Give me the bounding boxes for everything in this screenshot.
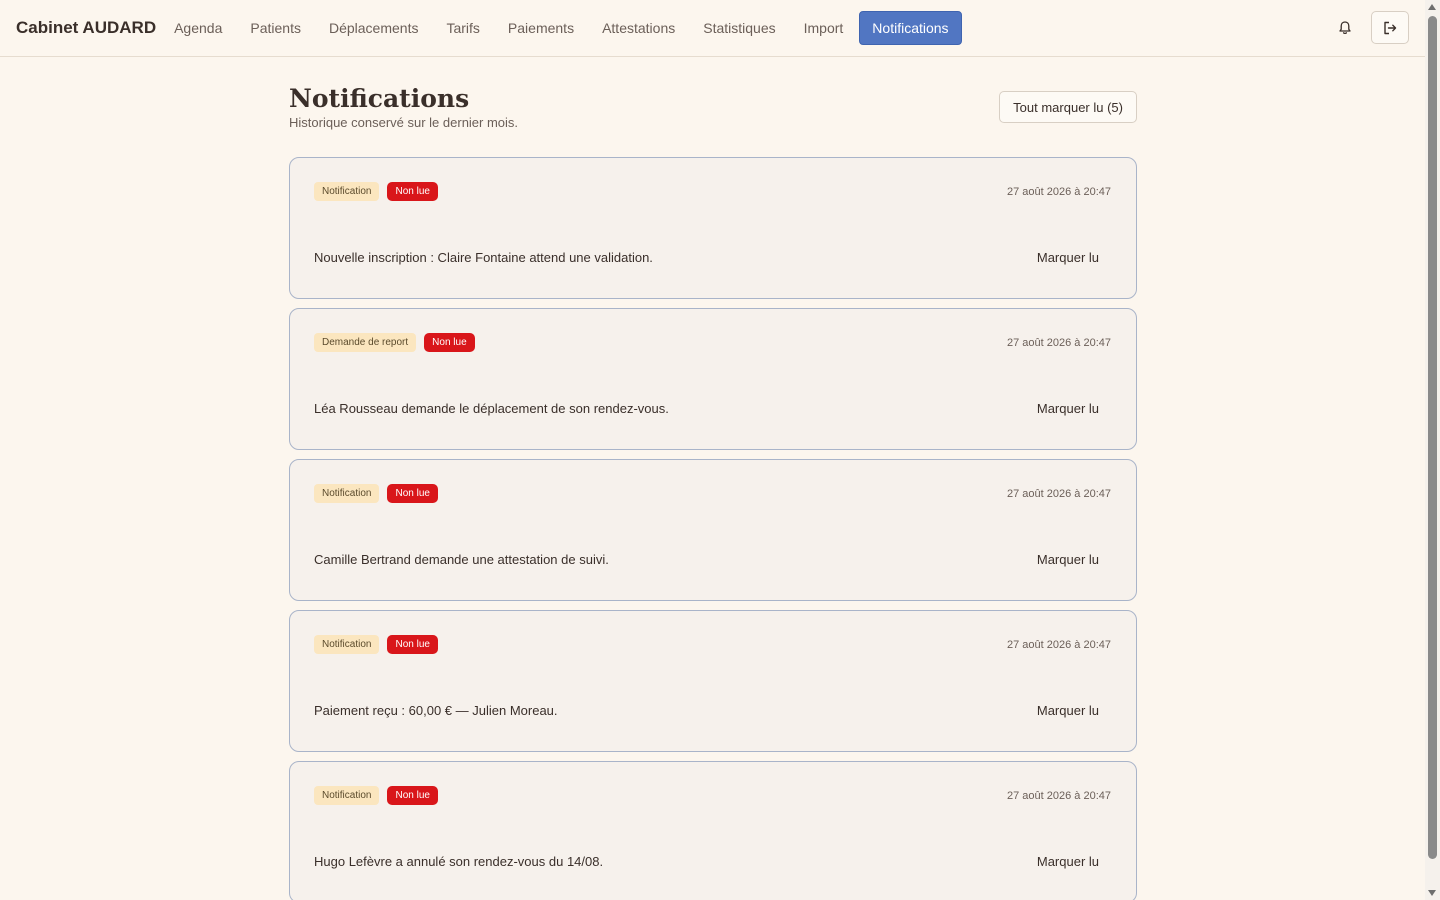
type-badge: Notification	[314, 484, 380, 503]
logout-icon	[1384, 21, 1397, 34]
unread-badge: Non lue	[387, 182, 438, 201]
nav-item-deplacements[interactable]: Déplacements	[317, 12, 431, 44]
main-nav: Agenda Patients Déplacements Tarifs Paie…	[162, 11, 965, 45]
nav-item-paiements[interactable]: Paiements	[496, 12, 586, 44]
notification-list: Notification Non lue 27 août 2026 à 20:4…	[289, 157, 1137, 900]
notification-date: 27 août 2026 à 20:47	[1007, 337, 1111, 349]
notification-badges: Notification Non lue	[314, 786, 438, 805]
nav-item-attestations[interactable]: Attestations	[590, 12, 687, 44]
nav-item-statistiques[interactable]: Statistiques	[691, 12, 787, 44]
mark-all-read-button[interactable]: Tout marquer lu (5)	[999, 91, 1137, 123]
notification-message: Nouvelle inscription : Claire Fontaine a…	[314, 250, 653, 265]
type-badge: Notification	[314, 635, 380, 654]
scroll-down-arrow-icon[interactable]	[1428, 890, 1436, 896]
type-badge: Notification	[314, 182, 380, 201]
nav-item-import[interactable]: Import	[792, 12, 856, 44]
brand-title[interactable]: Cabinet AUDARD	[16, 18, 156, 38]
notification-card: Notification Non lue 27 août 2026 à 20:4…	[289, 610, 1137, 752]
notification-card: Demande de report Non lue 27 août 2026 à…	[289, 308, 1137, 450]
page-scrollbar[interactable]	[1425, 0, 1440, 900]
scroll-up-arrow-icon[interactable]	[1428, 4, 1436, 10]
notification-badges: Demande de report Non lue	[314, 333, 475, 352]
nav-item-notifications[interactable]: Notifications	[859, 11, 962, 45]
type-badge: Demande de report	[314, 333, 417, 352]
type-badge: Notification	[314, 786, 380, 805]
notification-date: 27 août 2026 à 20:47	[1007, 186, 1111, 198]
notification-message: Camille Bertrand demande une attestation…	[314, 552, 609, 567]
notification-card: Notification Non lue 27 août 2026 à 20:4…	[289, 157, 1137, 299]
notification-card: Notification Non lue 27 août 2026 à 20:4…	[289, 761, 1137, 900]
notification-date: 27 août 2026 à 20:47	[1007, 790, 1111, 802]
notification-message: Hugo Lefèvre a annulé son rendez-vous du…	[314, 854, 604, 869]
notification-badges: Notification Non lue	[314, 484, 438, 503]
bell-icon[interactable]	[1329, 12, 1361, 44]
top-navigation-bar: Cabinet AUDARD Agenda Patients Déplaceme…	[0, 0, 1425, 57]
mark-read-button[interactable]: Marquer lu	[1037, 250, 1099, 265]
notification-date: 27 août 2026 à 20:47	[1007, 488, 1111, 500]
nav-item-tarifs[interactable]: Tarifs	[434, 12, 491, 44]
notification-date: 27 août 2026 à 20:47	[1007, 639, 1111, 651]
notification-badges: Notification Non lue	[314, 182, 438, 201]
notification-message: Paiement reçu : 60,00 € — Julien Moreau.	[314, 703, 558, 718]
mark-read-button[interactable]: Marquer lu	[1037, 854, 1099, 869]
unread-badge: Non lue	[424, 333, 475, 352]
notifications-page: Notifications Historique conservé sur le…	[289, 80, 1137, 900]
unread-badge: Non lue	[387, 786, 438, 805]
topbar-actions	[1329, 11, 1409, 44]
logout-button[interactable]	[1371, 11, 1409, 44]
mark-read-button[interactable]: Marquer lu	[1037, 703, 1099, 718]
mark-read-button[interactable]: Marquer lu	[1037, 401, 1099, 416]
unread-badge: Non lue	[387, 635, 438, 654]
notification-badges: Notification Non lue	[314, 635, 438, 654]
notification-message: Léa Rousseau demande le déplacement de s…	[314, 401, 669, 416]
notification-card: Notification Non lue 27 août 2026 à 20:4…	[289, 459, 1137, 601]
mark-read-button[interactable]: Marquer lu	[1037, 552, 1099, 567]
nav-item-agenda[interactable]: Agenda	[162, 12, 234, 44]
scroll-thumb[interactable]	[1428, 16, 1437, 859]
nav-item-patients[interactable]: Patients	[238, 12, 313, 44]
unread-badge: Non lue	[387, 484, 438, 503]
